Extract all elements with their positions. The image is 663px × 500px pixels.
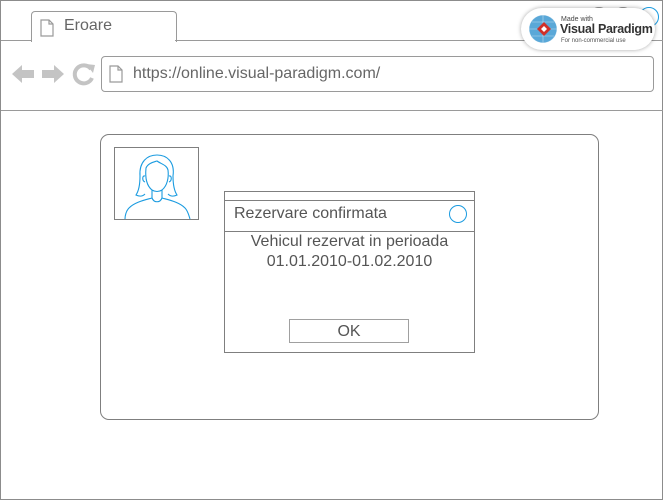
dialog-title-bar (225, 192, 474, 201)
address-url: https://online.visual-paradigm.com/ (133, 65, 381, 82)
tab-strip-divider (1, 40, 32, 41)
dialog-message-line-2: 01.01.2010-01.02.2010 (266, 253, 433, 270)
globe-logo-icon (528, 14, 558, 44)
browser-window: Eroare https://online.visual-paradigm.co… (0, 0, 663, 500)
badge-subtitle: For non-commercial use (561, 38, 626, 44)
address-bar[interactable]: https://online.visual-paradigm.com/ (101, 56, 654, 92)
dialog-message: Vehicul rezervat in perioada 01.01.2010-… (225, 232, 474, 272)
toolbar-divider (1, 110, 663, 111)
close-icon[interactable] (449, 205, 467, 223)
browser-tab[interactable]: Eroare (31, 11, 177, 42)
badge-brand: Visual Paradigm (560, 22, 653, 36)
avatar (114, 147, 199, 220)
confirmation-dialog: Rezervare confirmata Vehicul rezervat in… (224, 191, 475, 353)
arrow-left-icon[interactable] (10, 61, 36, 87)
dialog-title: Rezervare confirmata (234, 205, 387, 222)
document-icon (109, 65, 123, 83)
dialog-message-line-1: Vehicul rezervat in perioada (250, 233, 449, 250)
arrow-right-icon[interactable] (40, 61, 66, 87)
watermark-badge: Made with Visual Paradigm For non-commer… (521, 8, 655, 50)
document-icon (40, 19, 54, 37)
refresh-icon[interactable] (71, 61, 97, 87)
ok-button[interactable]: OK (289, 319, 409, 343)
tab-title: Eroare (64, 17, 113, 34)
user-portrait-icon (124, 154, 191, 219)
